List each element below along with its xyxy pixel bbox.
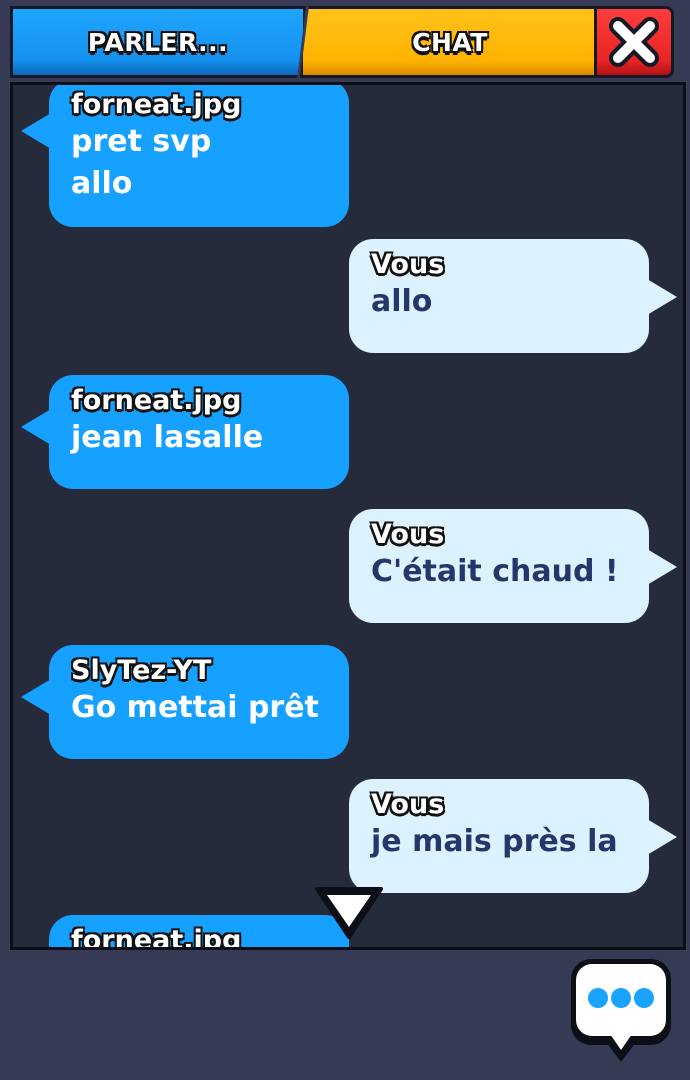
chat-message-own: Vous C'était chaud ! (349, 509, 677, 623)
message-sender: Vous (371, 249, 445, 280)
message-line: allo (71, 166, 133, 201)
chat-button[interactable] (568, 956, 674, 1066)
message-sender: forneat.jpg (71, 925, 242, 950)
chat-message-other: forneat.jpg jean lasalle (21, 375, 349, 489)
close-button[interactable] (594, 6, 674, 78)
chat-tabbar: PARLER... CHAT (10, 4, 678, 82)
tab-chat-label: CHAT (412, 27, 488, 57)
message-line: pret svp (71, 124, 212, 159)
chat-message-other: SlyTez-YT Go mettai prêt (21, 645, 349, 759)
message-line: je mais près la (371, 824, 618, 859)
tab-chat[interactable]: CHAT (300, 6, 600, 78)
message-line: jean lasalle (71, 420, 264, 455)
chat-message-own: Vous je mais près la (349, 779, 677, 893)
message-sender: forneat.jpg (71, 89, 242, 120)
chat-message-own: Vous allo (349, 239, 677, 353)
message-sender: Vous (371, 789, 445, 820)
message-line: C'était chaud ! (371, 554, 619, 589)
close-icon (609, 17, 659, 67)
message-line: allo (371, 284, 433, 319)
scroll-down-icon[interactable] (313, 885, 385, 941)
chat-message-other: forneat.jpg pret svp allo (21, 85, 349, 227)
tab-speak-label: PARLER... (87, 27, 229, 57)
tab-speak[interactable]: PARLER... (10, 6, 306, 78)
chat-message-list[interactable]: forneat.jpg pret svp allo Vous allo forn… (10, 82, 686, 950)
chat-message-other: forneat.jpg (49, 915, 349, 950)
message-sender: SlyTez-YT (71, 655, 212, 686)
message-sender: forneat.jpg (71, 385, 242, 416)
message-sender: Vous (371, 519, 445, 550)
message-line: Go mettai prêt (71, 690, 319, 725)
